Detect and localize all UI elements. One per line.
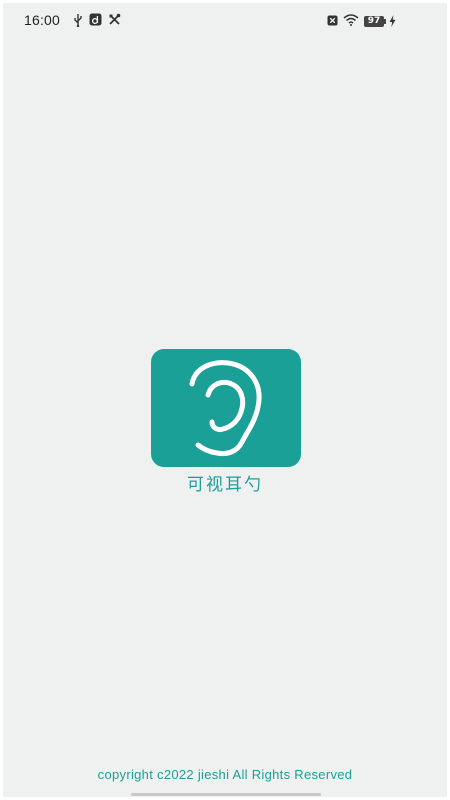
sim-icon [327, 15, 338, 26]
battery-icon: 97 [364, 16, 386, 27]
app-logo [151, 349, 301, 467]
usb-icon [74, 14, 82, 27]
notification-icon [89, 13, 102, 26]
tools-icon [109, 13, 121, 25]
status-bar: 16:00 97 [3, 3, 447, 39]
wifi-icon [343, 14, 359, 26]
home-indicator[interactable] [131, 793, 321, 796]
status-time: 16:00 [24, 12, 61, 28]
app-name: 可视耳勺 [187, 475, 263, 495]
ear-icon [189, 360, 262, 457]
copyright-text: copyright c2022 jieshi All Rights Reserv… [97, 767, 353, 782]
charging-icon [389, 15, 396, 27]
splash-screen: 16:00 97 可视耳勺 copyright c2022 jieshi All… [3, 3, 447, 797]
